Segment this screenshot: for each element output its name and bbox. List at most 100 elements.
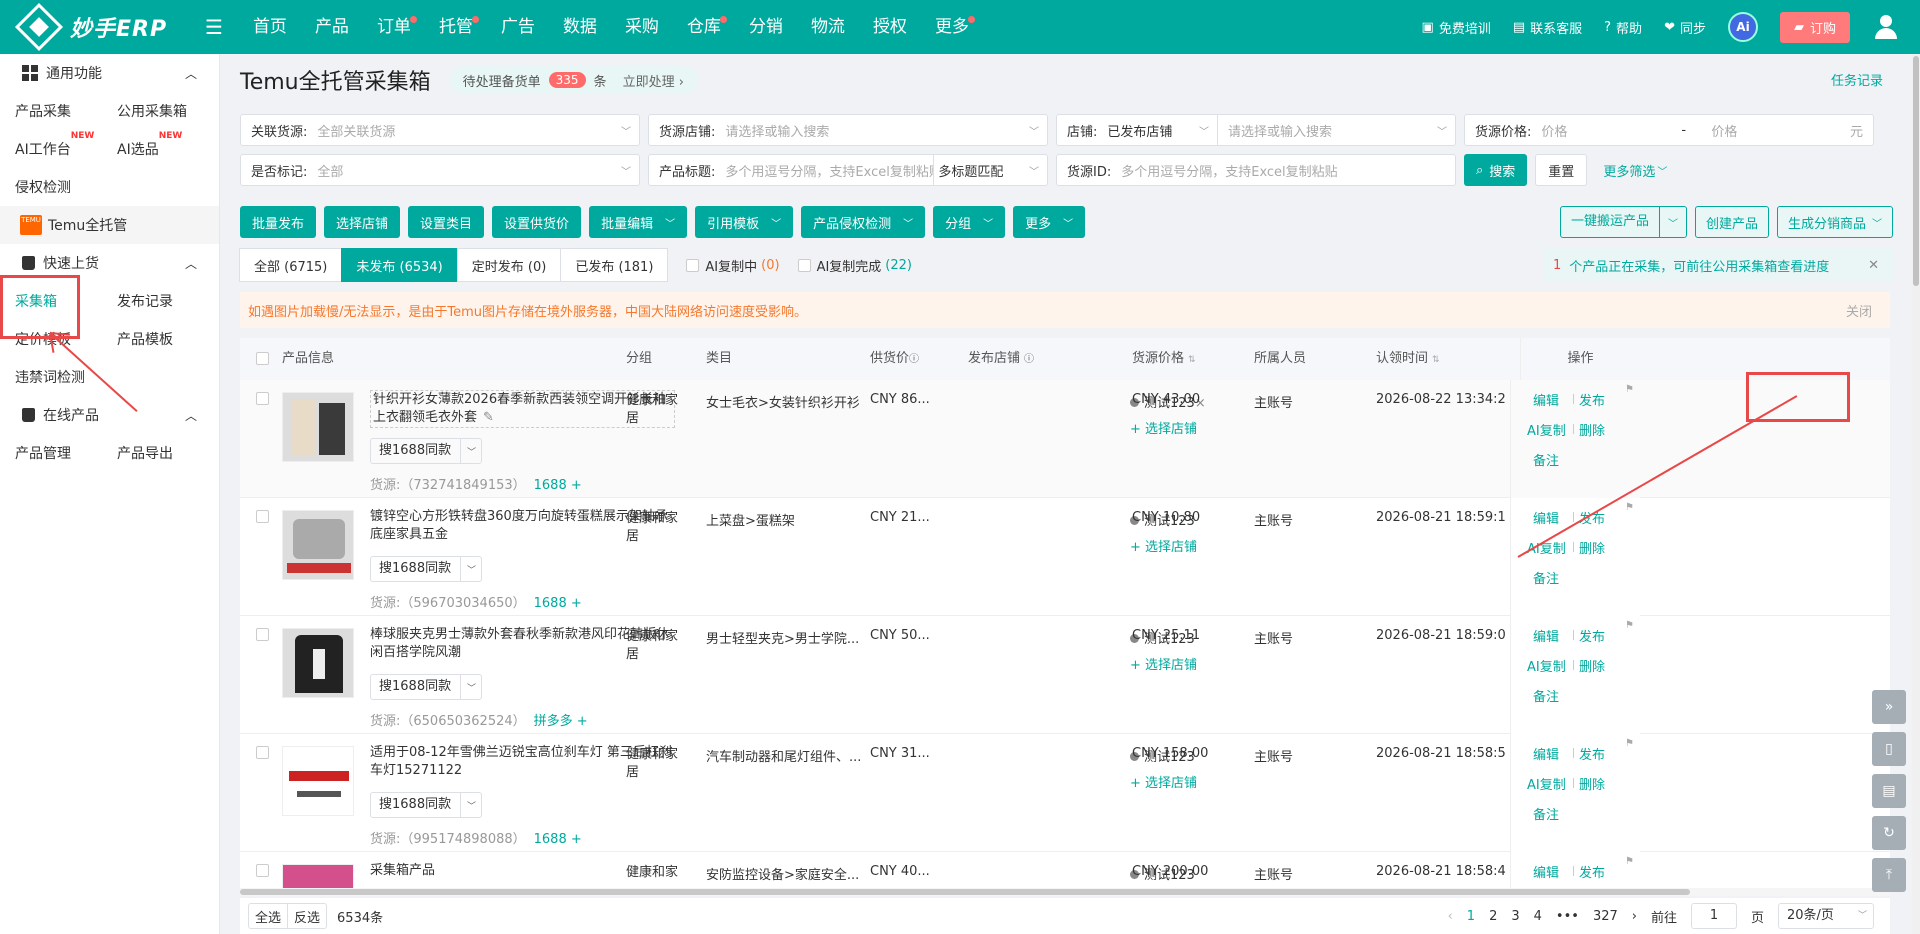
price-max-input[interactable]: 价格: [1701, 121, 1831, 140]
source-id-input[interactable]: 货源ID: 多个用逗号分隔，支持Excel复制粘贴: [1056, 154, 1456, 186]
nav-item-5[interactable]: 数据: [549, 0, 611, 54]
nav-item-10[interactable]: 授权: [859, 0, 921, 54]
toolbar-dropdown-4[interactable]: 更多 ﹀: [1013, 206, 1086, 238]
search-1688-button[interactable]: 搜1688同款 ﹀: [370, 792, 482, 818]
page-number[interactable]: 4: [1534, 909, 1542, 924]
edit-link[interactable]: 编辑: [1533, 744, 1559, 763]
nav-item-3[interactable]: 托管: [425, 0, 487, 54]
delete-link[interactable]: 删除: [1579, 538, 1605, 557]
flag-icon[interactable]: ⚑: [1625, 620, 1634, 631]
note-link[interactable]: 备注: [1533, 804, 1559, 823]
select-store-link[interactable]: + 选择店铺: [1130, 418, 1197, 437]
vertical-scrollbar[interactable]: [1912, 54, 1920, 934]
close-icon[interactable]: ✕: [1868, 258, 1879, 273]
publish-link[interactable]: 发布: [1579, 862, 1605, 881]
refresh-icon[interactable]: ↻: [1872, 816, 1906, 850]
search-1688-button[interactable]: 搜1688同款 ﹀: [370, 674, 482, 700]
product-thumbnail[interactable]: [282, 392, 354, 462]
toolbar-button-3[interactable]: 设置供货价: [492, 206, 582, 238]
marked-filter-select[interactable]: 是否标记: 全部 ﹀: [240, 154, 640, 186]
close-warning-link[interactable]: 关闭: [1846, 301, 1872, 320]
store-search-select[interactable]: 请选择或输入搜索 ﹀: [1218, 115, 1455, 145]
publish-link[interactable]: 发布: [1579, 390, 1605, 409]
ai-copy-link[interactable]: AI复制: [1527, 774, 1566, 793]
delete-link[interactable]: 删除: [1579, 656, 1605, 675]
sidebar-item-product-export[interactable]: 产品导出: [102, 443, 204, 463]
delete-link[interactable]: 删除: [1579, 774, 1605, 793]
horizontal-scrollbar[interactable]: [240, 888, 1890, 896]
expand-icon[interactable]: »: [1872, 690, 1906, 724]
select-store-link[interactable]: + 选择店铺: [1130, 772, 1197, 791]
edit-link[interactable]: 编辑: [1533, 626, 1559, 645]
hamburger-menu-icon[interactable]: ☰: [205, 15, 223, 39]
note-link[interactable]: 备注: [1533, 568, 1559, 587]
status-tab-2[interactable]: 定时发布 (0): [456, 248, 562, 282]
title-search-input[interactable]: 多个用逗号分隔，支持Excel复制粘贴: [715, 161, 933, 180]
page-number[interactable]: 327: [1593, 909, 1618, 924]
nav-item-9[interactable]: 物流: [797, 0, 859, 54]
sidebar-item-public-collect-box[interactable]: 公用采集箱: [102, 101, 204, 121]
goto-page-input[interactable]: 1: [1690, 903, 1737, 929]
note-link[interactable]: 备注: [1533, 686, 1559, 705]
prev-page-icon[interactable]: ‹: [1448, 909, 1453, 924]
row-checkbox[interactable]: [256, 392, 269, 405]
toolbar-button-0[interactable]: 批量发布: [240, 206, 317, 238]
chevron-down-icon[interactable]: ﹀: [1660, 215, 1686, 230]
task-record-link[interactable]: 任务记录: [1831, 70, 1883, 89]
chevron-down-icon[interactable]: ﹀: [461, 563, 476, 576]
select-all-checkbox[interactable]: [256, 352, 269, 365]
select-store-link[interactable]: + 选择店铺: [1130, 654, 1197, 673]
product-thumbnail[interactable]: [282, 628, 354, 698]
source-platform-link[interactable]: 拼多多 +: [534, 714, 588, 729]
product-thumbnail[interactable]: [282, 510, 354, 580]
search-button[interactable]: ⌕ 搜索: [1464, 154, 1528, 186]
flag-icon[interactable]: ⚑: [1625, 856, 1634, 867]
store-scope-select[interactable]: 店铺: 已发布店铺 ﹀: [1057, 115, 1217, 145]
contact-support-link[interactable]: ▤ 联系客服: [1513, 18, 1582, 37]
status-tab-3[interactable]: 已发布 (181): [560, 248, 669, 282]
status-tab-1[interactable]: 未发布 (6534): [341, 248, 458, 282]
nav-item-7[interactable]: 仓库: [673, 0, 735, 54]
publish-link[interactable]: 发布: [1579, 626, 1605, 645]
sidebar-item-product-template[interactable]: 产品模板: [102, 329, 204, 349]
page-size-select[interactable]: 20条/页 ﹀: [1778, 903, 1874, 929]
product-thumbnail[interactable]: [282, 864, 354, 888]
toolbar-dropdown-1[interactable]: 引用模板 ﹀: [695, 206, 794, 238]
nav-item-0[interactable]: 首页: [239, 0, 301, 54]
order-button[interactable]: ▰ 订购: [1779, 11, 1850, 43]
source-platform-link[interactable]: 1688 +: [534, 596, 582, 611]
row-checkbox[interactable]: [256, 510, 269, 523]
row-checkbox[interactable]: [256, 746, 269, 759]
source-store-select[interactable]: 货源店铺: 请选择或输入搜索 ﹀: [648, 114, 1048, 146]
select-all-button[interactable]: 全选: [248, 903, 289, 929]
nav-item-1[interactable]: 产品: [301, 0, 363, 54]
edit-icon[interactable]: ✎: [483, 410, 494, 425]
more-filters-link[interactable]: 更多筛选 ﹀: [1603, 154, 1667, 186]
sidebar-group-general[interactable]: 通用功能 ︿: [0, 54, 219, 92]
sync-link[interactable]: ❤ 同步: [1664, 18, 1706, 37]
title-match-select[interactable]: 多标题匹配 ﹀: [934, 155, 1047, 185]
select-store-link[interactable]: + 选择店铺: [1130, 536, 1197, 555]
edit-link[interactable]: 编辑: [1533, 862, 1559, 881]
chevron-down-icon[interactable]: ﹀: [461, 445, 476, 458]
page-number[interactable]: 3: [1511, 909, 1519, 924]
chevron-down-icon[interactable]: ﹀: [461, 681, 476, 694]
chevron-down-icon[interactable]: ﹀: [461, 799, 476, 812]
nav-item-4[interactable]: 广告: [487, 0, 549, 54]
toolbar-button-2[interactable]: 设置类目: [408, 206, 485, 238]
publish-link[interactable]: 发布: [1579, 744, 1605, 763]
source-platform-link[interactable]: 1688 +: [534, 478, 582, 493]
flag-icon[interactable]: ⚑: [1625, 502, 1634, 513]
invert-selection-button[interactable]: 反选: [287, 903, 328, 929]
flag-icon[interactable]: ⚑: [1625, 384, 1634, 395]
sort-time-header[interactable]: 认领时间 ⇅: [1376, 338, 1440, 381]
ai-assistant-button[interactable]: Ai: [1727, 12, 1758, 42]
search-1688-button[interactable]: 搜1688同款 ﹀: [370, 438, 482, 464]
back-to-top-icon[interactable]: ⤒: [1872, 858, 1906, 892]
sidebar-group-online-products[interactable]: 在线产品 ︿: [0, 396, 219, 434]
nav-item-6[interactable]: 采购: [611, 0, 673, 54]
sidebar-item-product-collect[interactable]: 产品采集: [0, 101, 102, 121]
next-page-icon[interactable]: ›: [1632, 909, 1637, 924]
sidebar-item-product-manage[interactable]: 产品管理: [0, 443, 102, 463]
sidebar-item-banned-words[interactable]: 违禁词检测: [0, 367, 102, 387]
